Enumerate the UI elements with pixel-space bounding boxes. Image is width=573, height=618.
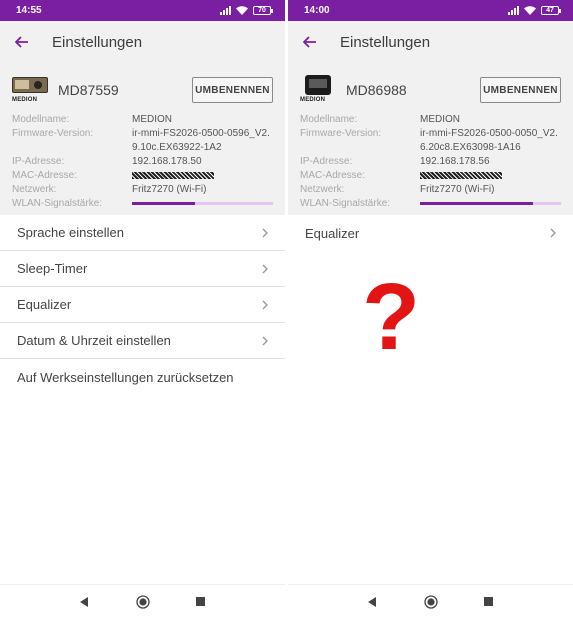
- brand-logo: MEDION: [300, 97, 326, 103]
- battery-level: 70: [253, 6, 271, 15]
- device-name: MD86988: [346, 82, 407, 98]
- rename-button[interactable]: UMBENENNEN: [480, 77, 561, 103]
- arrow-left-icon: [15, 36, 28, 48]
- nav-back-button[interactable]: [366, 595, 380, 609]
- status-time: 14:00: [304, 5, 330, 16]
- nav-home-button[interactable]: [423, 594, 438, 609]
- nav-recents-button[interactable]: [194, 595, 208, 609]
- battery-icon: 70: [253, 6, 273, 15]
- info-row-network: Netzwerk: Fritz7270 (Wi-Fi): [300, 184, 495, 195]
- redacted-mac: [132, 171, 214, 179]
- device-card: MEDION MD86988 UMBENENNEN Modellname: MED…: [288, 63, 573, 215]
- wifi-icon: [236, 6, 248, 15]
- info-row-firmware: Firmware-Version: ir-mmi-FS2026-0500-0596…: [12, 128, 270, 153]
- page-title: Einstellungen: [52, 33, 143, 51]
- brand-logo: MEDION: [12, 97, 38, 103]
- info-row-firmware: Firmware-Version: ir-mmi-FS2026-0500-0050…: [300, 128, 558, 153]
- signal-strength-bar: [132, 202, 273, 205]
- device-card: MEDION MD87559 UMBENENNEN Modellname: MED…: [0, 63, 285, 215]
- rename-button[interactable]: UMBENENNEN: [192, 77, 273, 103]
- nav-back-button[interactable]: [78, 595, 92, 609]
- info-row-ip: IP-Adresse: 192.168.178.50: [12, 156, 202, 167]
- nav-bar: [0, 584, 285, 618]
- cell-signal-icon: [220, 6, 231, 15]
- nav-bar: [288, 584, 573, 618]
- square-recents-icon: [484, 597, 493, 606]
- chevron-right-icon: [262, 300, 268, 309]
- circle-home-icon: [423, 594, 438, 609]
- info-row-model: Modellname: MEDION: [12, 114, 172, 125]
- info-row-signal: WLAN-Signalstärke:: [300, 197, 561, 211]
- info-row-signal: WLAN-Signalstärke:: [12, 197, 273, 211]
- radio-device-image: MEDION: [12, 75, 50, 105]
- device-info: Modellname: MEDION Firmware-Version: ir-mm…: [300, 113, 561, 211]
- redacted-mac: [420, 171, 502, 179]
- info-row-ip: IP-Adresse: 192.168.178.56: [300, 156, 490, 167]
- back-button[interactable]: [300, 32, 320, 52]
- status-time: 14:55: [16, 5, 42, 16]
- phone-screen-left: 14:55 70 Einstellungen MEDION MD87559 UM…: [0, 0, 285, 618]
- chevron-right-icon: [550, 228, 556, 238]
- menu-item-sleep-timer[interactable]: Sleep-Timer: [0, 251, 285, 287]
- question-mark-annotation: ?: [362, 264, 421, 370]
- info-row-model: Modellname: MEDION: [300, 114, 460, 125]
- wifi-icon: [524, 6, 536, 15]
- info-row-mac: MAC-Adresse:: [12, 169, 273, 183]
- status-bar: 14:55 70: [0, 0, 285, 21]
- menu-item-equalizer[interactable]: Equalizer: [288, 215, 573, 251]
- triangle-back-icon: [368, 596, 376, 607]
- menu-item-equalizer[interactable]: Equalizer: [0, 287, 285, 323]
- chevron-right-icon: [262, 228, 268, 237]
- signal-strength-bar: [420, 202, 561, 205]
- app-bar: Einstellungen: [0, 21, 285, 63]
- app-bar: Einstellungen: [288, 21, 573, 63]
- menu-item-language[interactable]: Sprache einstellen: [0, 215, 285, 251]
- menu-item-date-time[interactable]: Datum & Uhrzeit einstellen: [0, 323, 285, 359]
- menu-item-factory-reset[interactable]: Auf Werkseinstellungen zurücksetzen: [0, 359, 285, 395]
- battery-level: 47: [541, 6, 559, 15]
- circle-home-icon: [135, 594, 150, 609]
- square-recents-icon: [196, 597, 205, 606]
- device-info: Modellname: MEDION Firmware-Version: ir-mm…: [12, 113, 273, 211]
- radio-device-image: MEDION: [300, 75, 338, 105]
- triangle-back-icon: [80, 596, 88, 607]
- info-row-network: Netzwerk: Fritz7270 (Wi-Fi): [12, 184, 207, 195]
- phone-screen-right: 14:00 47 Einstellungen MEDION MD86988 UM…: [288, 0, 573, 618]
- settings-menu: Sprache einstellen Sleep-Timer Equalizer…: [0, 215, 285, 395]
- status-bar: 14:00 47: [288, 0, 573, 21]
- arrow-left-icon: [303, 36, 316, 48]
- settings-menu: Equalizer: [288, 215, 573, 251]
- battery-icon: 47: [541, 6, 561, 15]
- chevron-right-icon: [262, 264, 268, 273]
- cell-signal-icon: [508, 6, 519, 15]
- device-name: MD87559: [58, 82, 119, 98]
- page-title: Einstellungen: [340, 33, 431, 51]
- info-row-mac: MAC-Adresse:: [300, 169, 561, 183]
- nav-recents-button[interactable]: [482, 595, 496, 609]
- nav-home-button[interactable]: [135, 594, 150, 609]
- back-button[interactable]: [12, 32, 32, 52]
- chevron-right-icon: [262, 336, 268, 345]
